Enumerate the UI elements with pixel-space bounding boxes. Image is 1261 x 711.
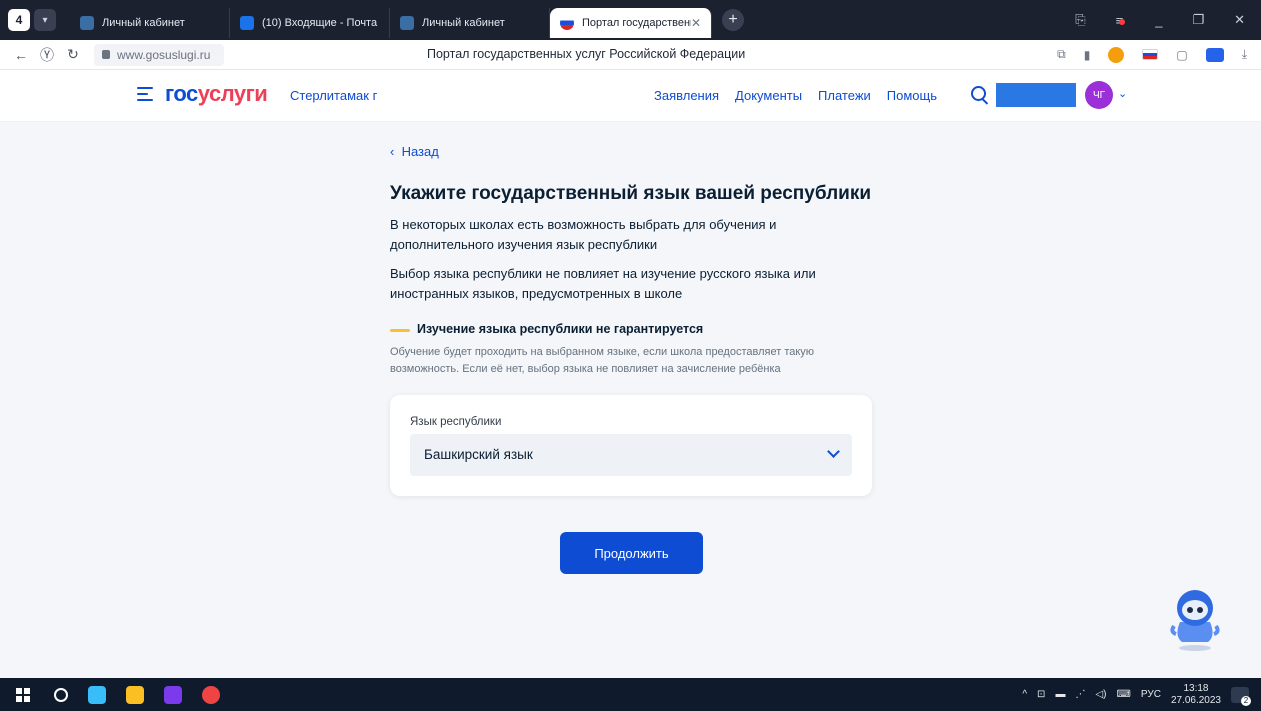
description-2: Выбор языка республики не повлияет на из… [390, 266, 816, 301]
description-1: В некоторых школах есть возможность выбр… [390, 217, 777, 252]
site-header: госуслуги Стерлитамак г Заявления Докуме… [0, 70, 1261, 122]
robot-assistant-icon[interactable] [1168, 586, 1222, 652]
office-extension-icon[interactable] [1205, 47, 1224, 62]
windows-taskbar: ^ ⊡ ▬ ⋰ ◁) ⌨ РУС 13:18 27.06.2023 2 [0, 678, 1261, 711]
chevron-down-icon [827, 445, 840, 458]
battery-icon[interactable]: ▬ [1055, 689, 1065, 700]
language-indicator[interactable]: РУС [1141, 689, 1161, 700]
search-icon[interactable] [971, 86, 986, 101]
lock-icon [102, 50, 110, 59]
warning-text: Обучение будет проходить на выбранном яз… [390, 346, 815, 375]
page-heading: Укажите государственный язык вашей респу… [390, 183, 872, 204]
avatar[interactable]: ЧГ [1085, 81, 1113, 109]
windows-start-icon[interactable] [16, 687, 30, 702]
volume-icon[interactable]: ◁) [1095, 689, 1106, 700]
back-link[interactable]: ‹ Назад [390, 144, 439, 159]
gosuslugi-logo[interactable]: госуслуги [165, 81, 268, 107]
russia-flag-icon[interactable] [1142, 49, 1159, 60]
close-tab-icon[interactable]: ✕ [691, 16, 701, 30]
wallet-icon[interactable]: ▢ [1176, 48, 1187, 62]
tab-favicon-icon [400, 16, 414, 30]
city-selector[interactable]: Стерлитамак г [290, 88, 377, 103]
wifi-icon[interactable]: ⋰ [1075, 689, 1085, 700]
address-bar: ← Ⓨ ↻ www.gosuslugi.ru Портал государств… [0, 40, 1261, 70]
nav-help[interactable]: Помощь [887, 88, 937, 103]
menu-icon[interactable] [137, 87, 153, 101]
translate-icon[interactable]: ⧉ [1057, 47, 1066, 62]
url-field[interactable]: www.gosuslugi.ru [94, 43, 224, 66]
download-icon[interactable]: ⤓ [1242, 47, 1247, 62]
back-arrow-icon[interactable]: ← [8, 47, 34, 63]
yandex-browser-icon[interactable] [202, 685, 220, 704]
new-tab-button[interactable]: + [722, 9, 744, 31]
nav-applications[interactable]: Заявления [654, 88, 719, 103]
warning-marker [390, 329, 410, 332]
clock[interactable]: 13:18 27.06.2023 [1171, 683, 1221, 707]
nav-documents[interactable]: Документы [735, 88, 802, 103]
minimize-icon[interactable]: _ [1155, 13, 1162, 28]
main-nav: Заявления Документы Платежи Помощь [654, 88, 937, 103]
gosuslugi-favicon-icon [560, 16, 574, 30]
chevron-down-icon[interactable]: ⌄ [1118, 87, 1127, 100]
reload-icon[interactable]: ↻ [60, 46, 86, 63]
tab-2[interactable]: (10) Входящие - Почта Ма [230, 8, 390, 38]
user-name-redacted[interactable] [996, 83, 1076, 107]
nav-payments[interactable]: Платежи [818, 88, 871, 103]
notification-center-icon[interactable]: 2 [1231, 686, 1251, 706]
chevron-up-icon[interactable]: ^ [1022, 689, 1027, 700]
notifications-icon[interactable]: ≡ [1116, 13, 1126, 28]
tab-1[interactable]: Личный кабинет [70, 8, 230, 38]
language-select[interactable]: Башкирский язык [410, 434, 852, 476]
extension-icon[interactable] [1108, 46, 1125, 63]
tab-label: Личный кабинет [102, 17, 185, 29]
language-select-card: Язык республики Башкирский язык [390, 395, 872, 496]
search-icon[interactable] [54, 687, 68, 702]
selected-language: Башкирский язык [424, 447, 533, 462]
warning-title: Изучение языка республики не гарантирует… [417, 322, 704, 336]
bookmark-icon[interactable]: ▮ [1084, 48, 1091, 62]
store-app-icon[interactable] [88, 685, 106, 704]
close-window-icon[interactable]: ✕ [1234, 12, 1245, 28]
tab-label: Личный кабинет [422, 17, 505, 29]
browser-tab-bar: 4 ▾ Личный кабинет (10) Входящие - Почта… [0, 0, 1261, 40]
yandex-icon[interactable]: Ⓨ [34, 45, 60, 65]
file-explorer-icon[interactable] [126, 685, 144, 704]
keyboard-icon[interactable]: ⌨ [1116, 689, 1130, 700]
tray-icon[interactable]: ⊡ [1037, 689, 1045, 700]
field-label: Язык республики [410, 416, 502, 428]
bookmarks-icon[interactable]: ⎘ [1075, 12, 1085, 28]
continue-button[interactable]: Продолжить [560, 532, 703, 574]
page-title-text: Портал государственных услуг Российской … [427, 47, 746, 61]
tab-favicon-icon [80, 16, 94, 30]
tab-label: Портал государственн [582, 17, 691, 29]
mail-icon [240, 16, 254, 30]
app-icon[interactable] [164, 685, 182, 704]
tab-active[interactable]: Портал государственн ✕ [550, 8, 712, 38]
url-text: www.gosuslugi.ru [117, 47, 211, 62]
tabs-dropdown-icon[interactable]: ▾ [34, 9, 56, 31]
maximize-icon[interactable]: ❐ [1192, 12, 1204, 28]
tab-label: (10) Входящие - Почта Ма [262, 17, 379, 29]
browser-menu-button[interactable]: 4 [8, 9, 30, 31]
tab-3[interactable]: Личный кабинет [390, 8, 550, 38]
